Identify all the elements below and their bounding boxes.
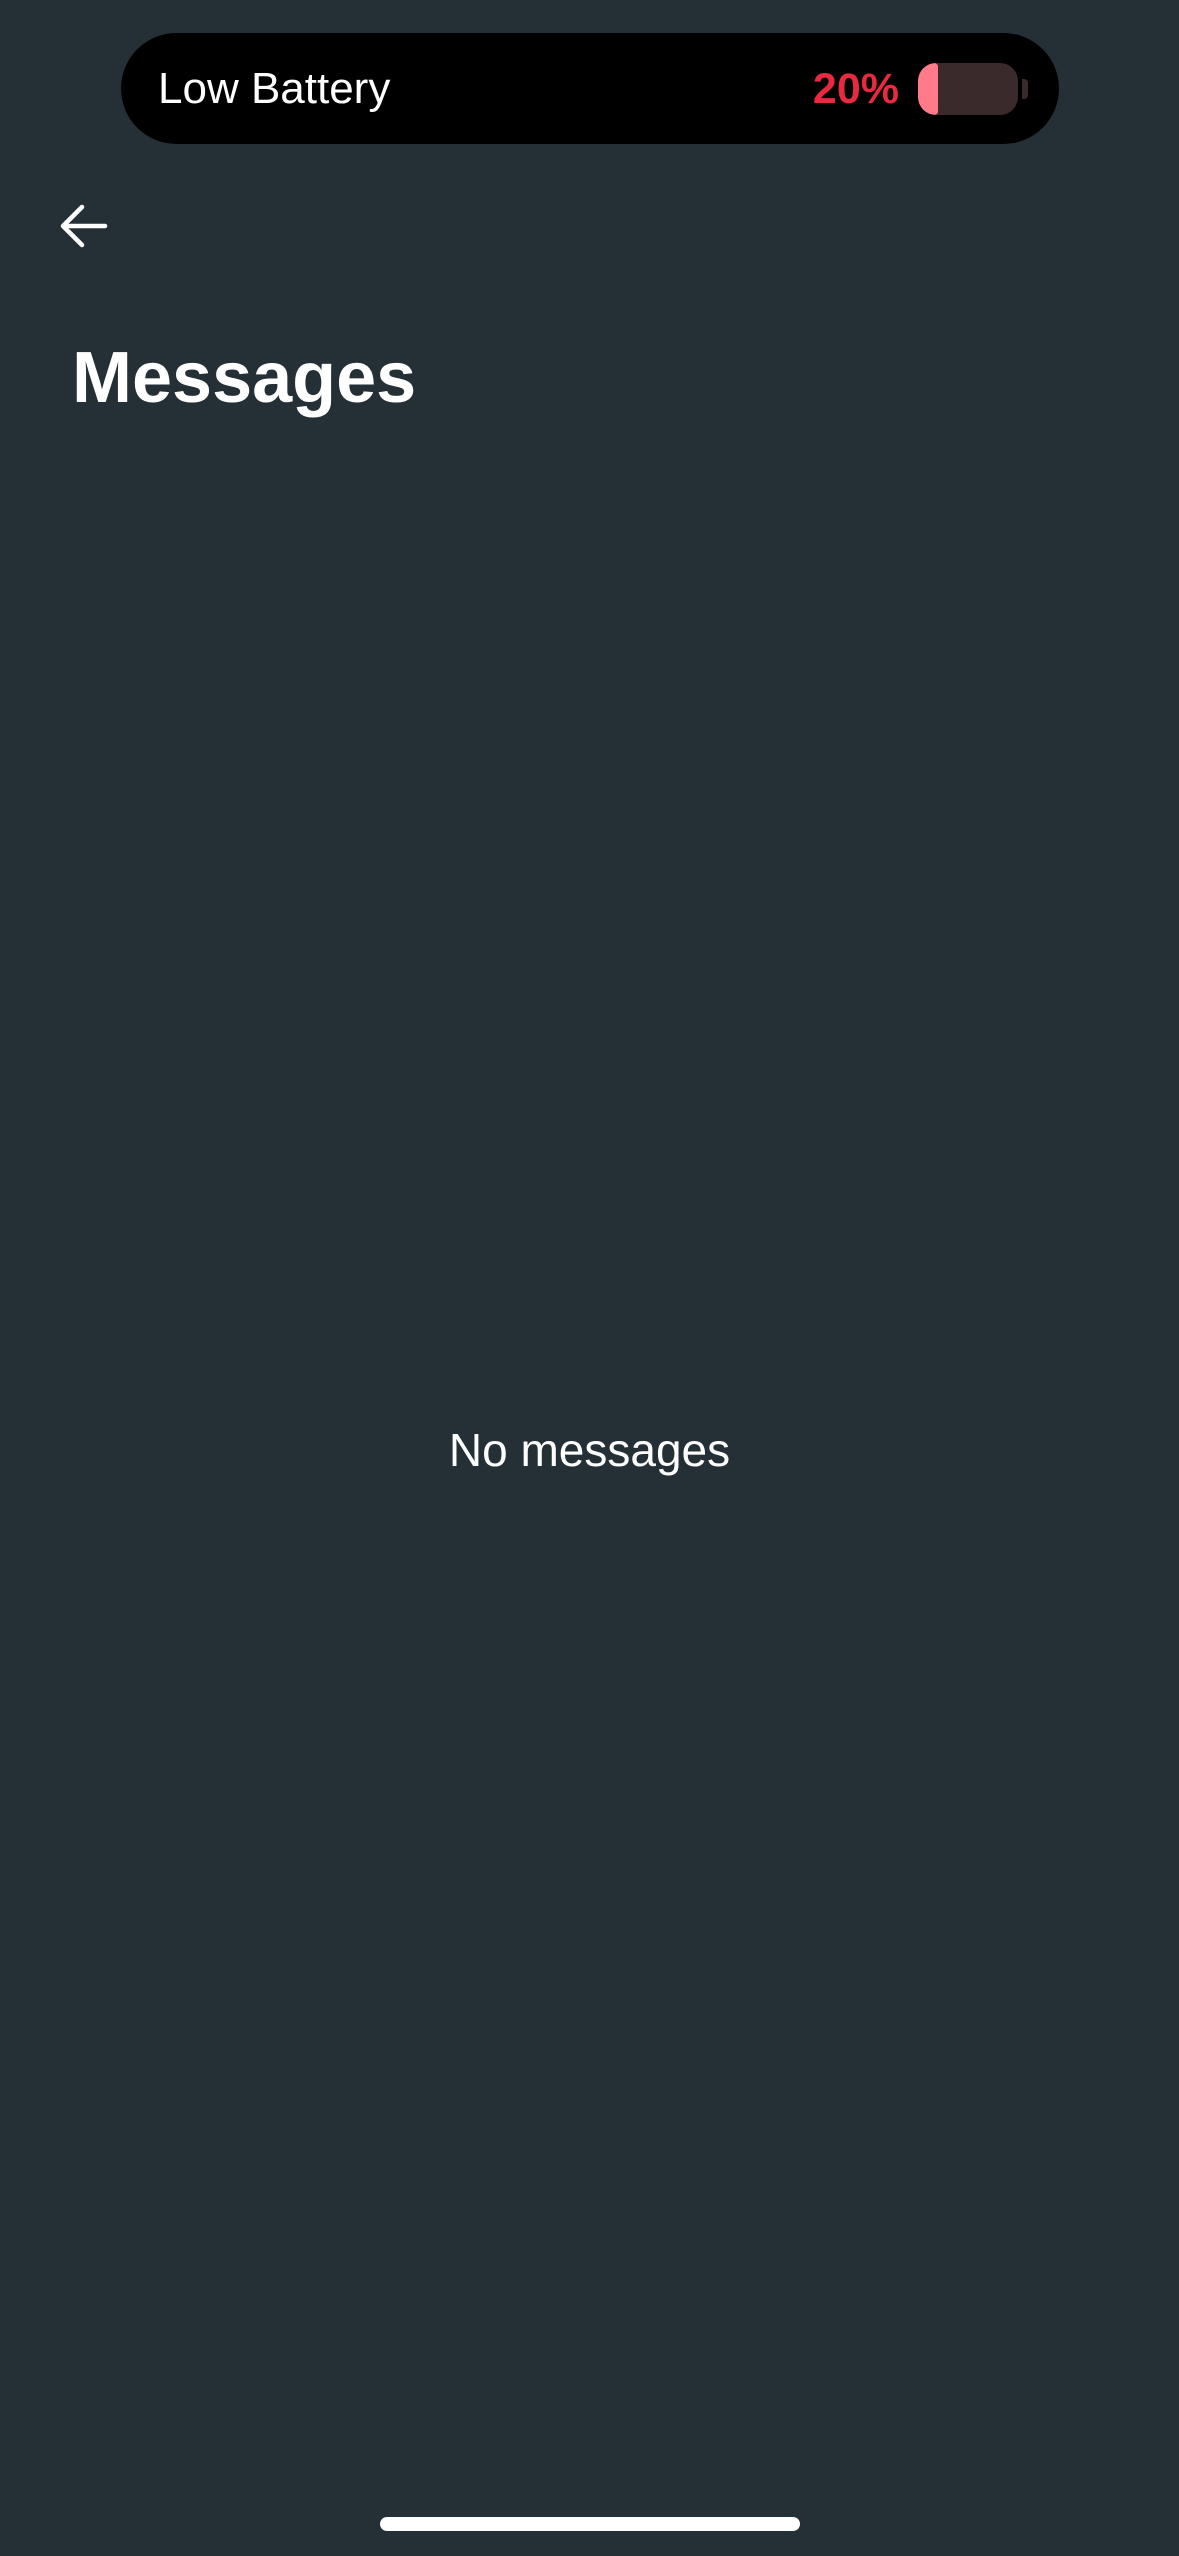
battery-icon: [918, 63, 1018, 115]
page-title: Messages: [72, 338, 417, 418]
alert-title: Low Battery: [158, 64, 391, 113]
empty-state-message: No messages: [448, 1424, 731, 1476]
battery-cap: [1022, 79, 1028, 99]
home-indicator[interactable]: [380, 2517, 800, 2531]
back-button[interactable]: [48, 190, 120, 262]
battery-level-fill: [918, 63, 938, 115]
arrow-left-icon: [60, 204, 108, 248]
battery-percent: 20%: [812, 65, 899, 113]
low-battery-alert: Low Battery 20%: [121, 33, 1059, 144]
